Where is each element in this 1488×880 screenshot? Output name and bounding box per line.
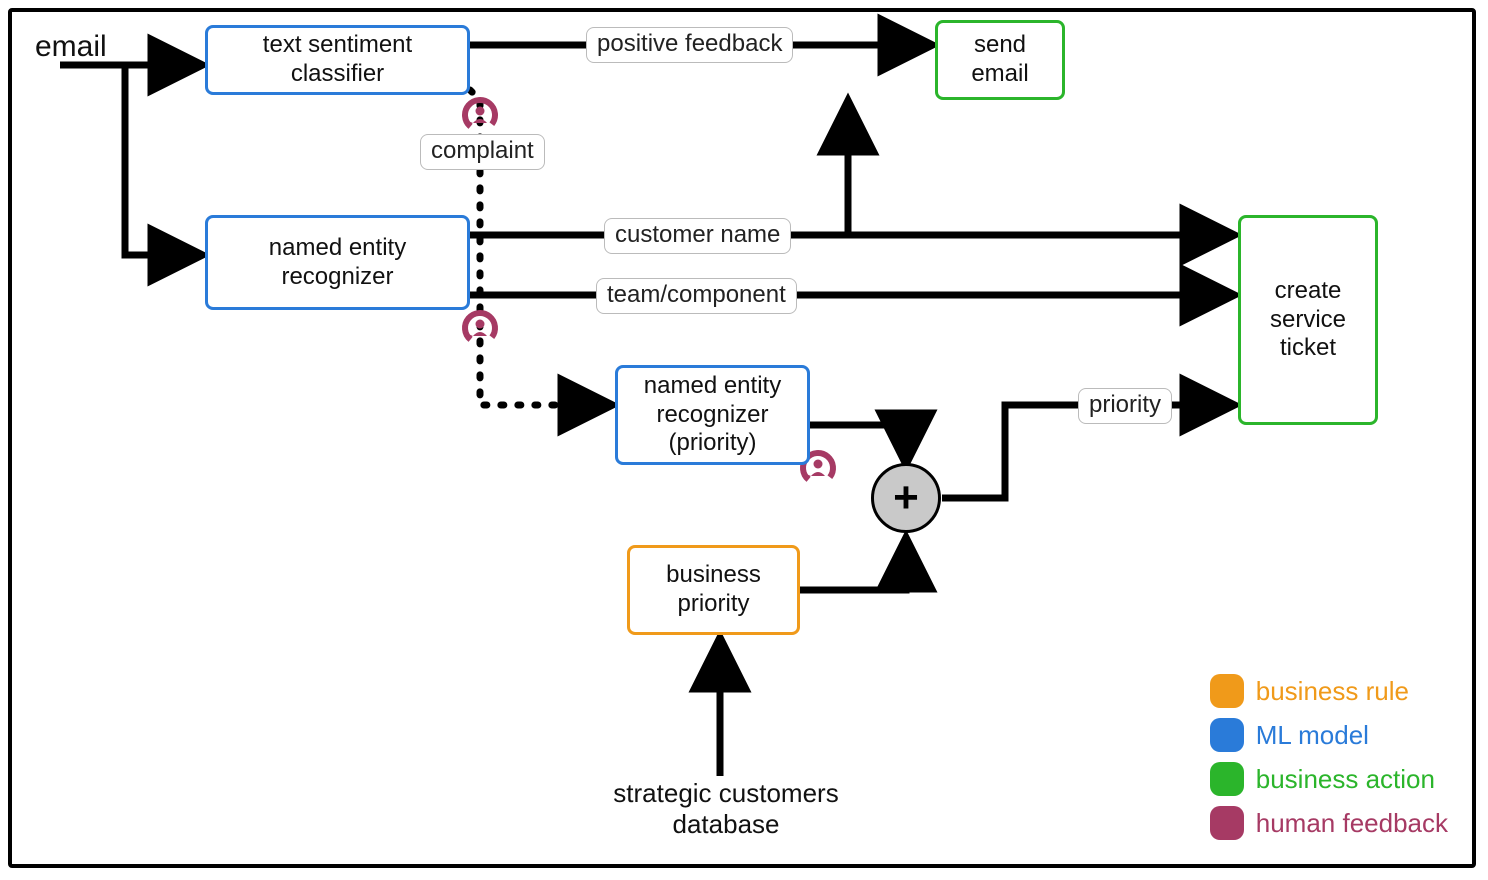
legend: business rule ML model business action h… — [1210, 664, 1448, 840]
legend-label: business action — [1256, 764, 1435, 795]
edge-label-complaint: complaint — [420, 134, 545, 170]
edge-label-customer-name: customer name — [604, 218, 791, 254]
input-label: email — [35, 30, 107, 64]
swatch-icon — [1210, 674, 1244, 708]
edge-label-priority: priority — [1078, 388, 1172, 424]
diagram-canvas: email text sentiment classifier named en… — [0, 0, 1488, 880]
node-ner: named entity recognizer — [205, 215, 470, 310]
swatch-icon — [1210, 806, 1244, 840]
node-label: text sentiment classifier — [218, 31, 457, 89]
legend-label: ML model — [1256, 720, 1369, 751]
node-send-email: send email — [935, 20, 1065, 100]
node-text-sentiment: text sentiment classifier — [205, 25, 470, 95]
legend-item: business action — [1210, 762, 1448, 796]
legend-item: business rule — [1210, 674, 1448, 708]
combine-plus-icon: + — [871, 463, 941, 533]
node-ner-priority: named entity recognizer (priority) — [615, 365, 810, 465]
edge-label-team-component: team/component — [596, 278, 797, 314]
legend-label: business rule — [1256, 676, 1409, 707]
node-create-ticket: create service ticket — [1238, 215, 1378, 425]
source-label: strategic customers database — [596, 778, 856, 840]
node-label: create service ticket — [1251, 277, 1365, 363]
node-label: send email — [948, 31, 1052, 89]
legend-item: ML model — [1210, 718, 1448, 752]
legend-label: human feedback — [1256, 808, 1448, 839]
node-label: named entity recognizer (priority) — [628, 372, 797, 458]
node-label: named entity recognizer — [218, 234, 457, 292]
node-label: business priority — [640, 561, 787, 619]
edge-label-positive-feedback: positive feedback — [586, 27, 793, 63]
swatch-icon — [1210, 762, 1244, 796]
node-business-priority: business priority — [627, 545, 800, 635]
legend-item: human feedback — [1210, 806, 1448, 840]
swatch-icon — [1210, 718, 1244, 752]
